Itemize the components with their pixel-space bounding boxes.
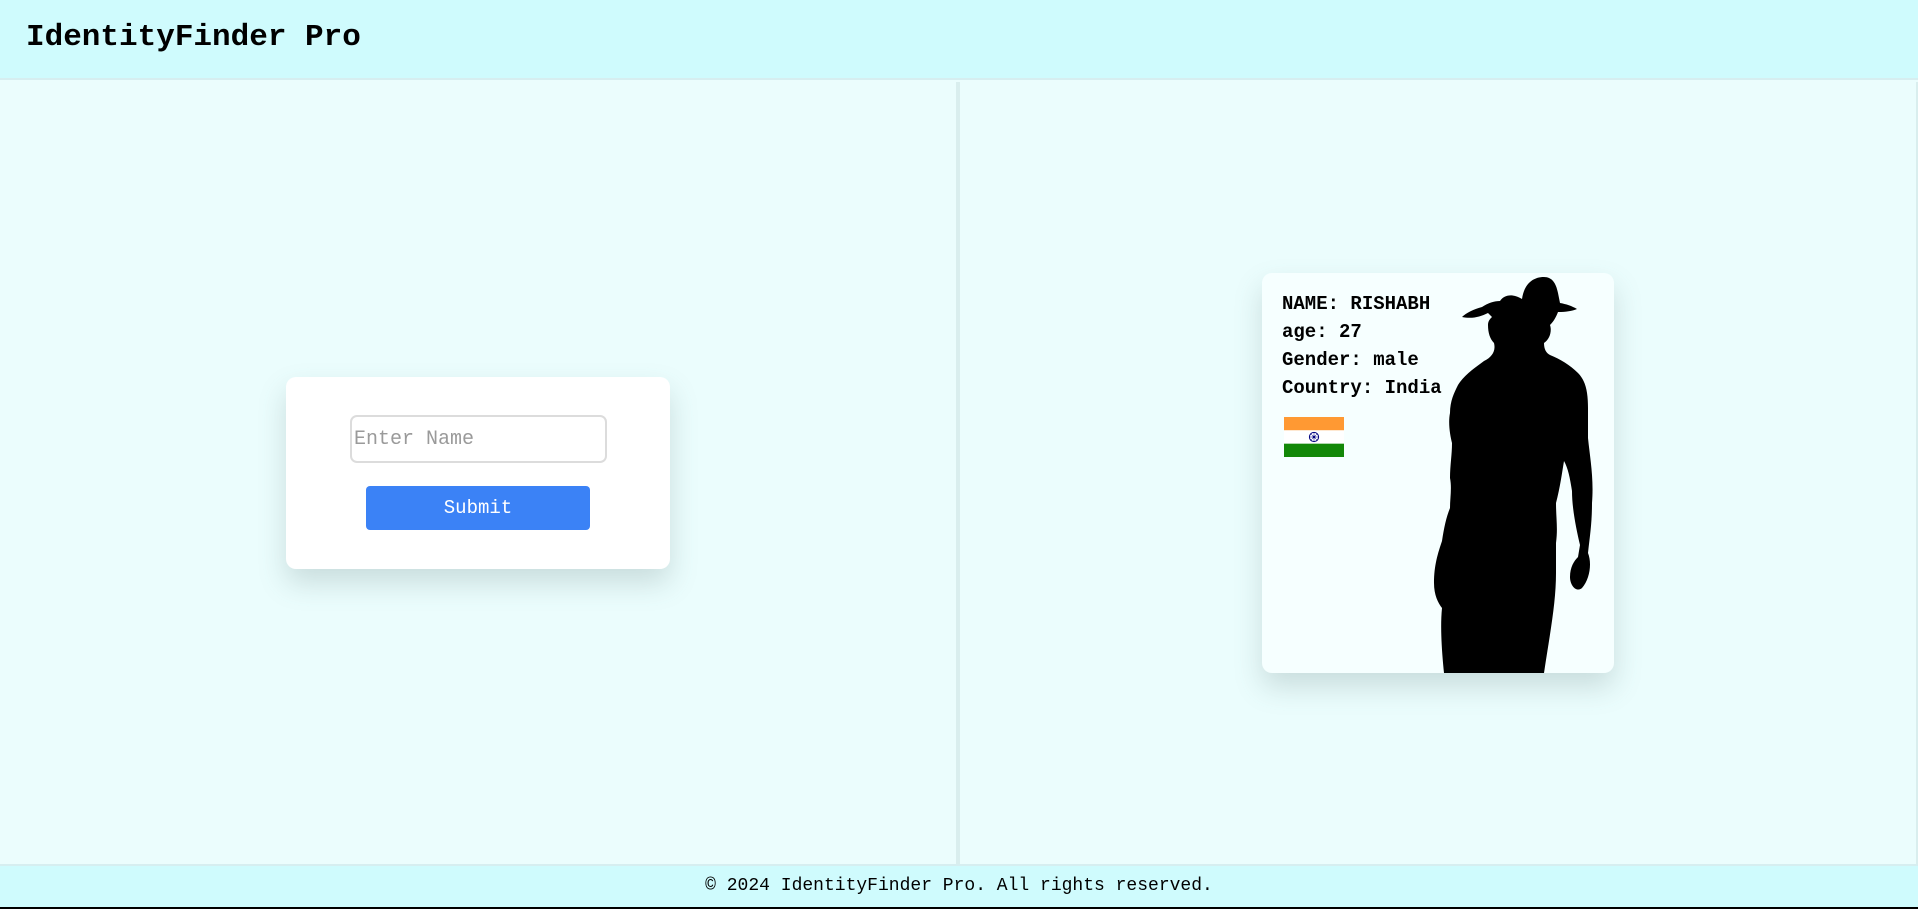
app-footer: © 2024 IdentityFinder Pro. All rights re…	[0, 864, 1918, 907]
app-title: IdentityFinder Pro	[26, 20, 361, 55]
result-name: NAME: RISHABH	[1282, 293, 1431, 315]
submit-button[interactable]: Submit	[366, 486, 590, 530]
app-header: IdentityFinder Pro	[0, 0, 1918, 80]
india-flag-icon	[1284, 417, 1344, 457]
identity-result-card: NAME: RISHABH age: 27 Gender: male Count…	[1262, 273, 1614, 673]
result-gender: Gender: male	[1282, 349, 1419, 371]
name-input[interactable]	[350, 415, 607, 463]
male-silhouette-icon	[1434, 277, 1593, 673]
input-panel: Submit	[0, 82, 956, 864]
name-form-card: Submit	[286, 377, 670, 569]
result-panel: NAME: RISHABH age: 27 Gender: male Count…	[960, 82, 1918, 864]
result-country: Country: India	[1282, 377, 1442, 399]
copyright-text: © 2024 IdentityFinder Pro. All rights re…	[705, 876, 1213, 896]
result-age: age: 27	[1282, 321, 1362, 343]
app-root: IdentityFinder Pro Submit NAME: RISHABH …	[0, 0, 1918, 907]
